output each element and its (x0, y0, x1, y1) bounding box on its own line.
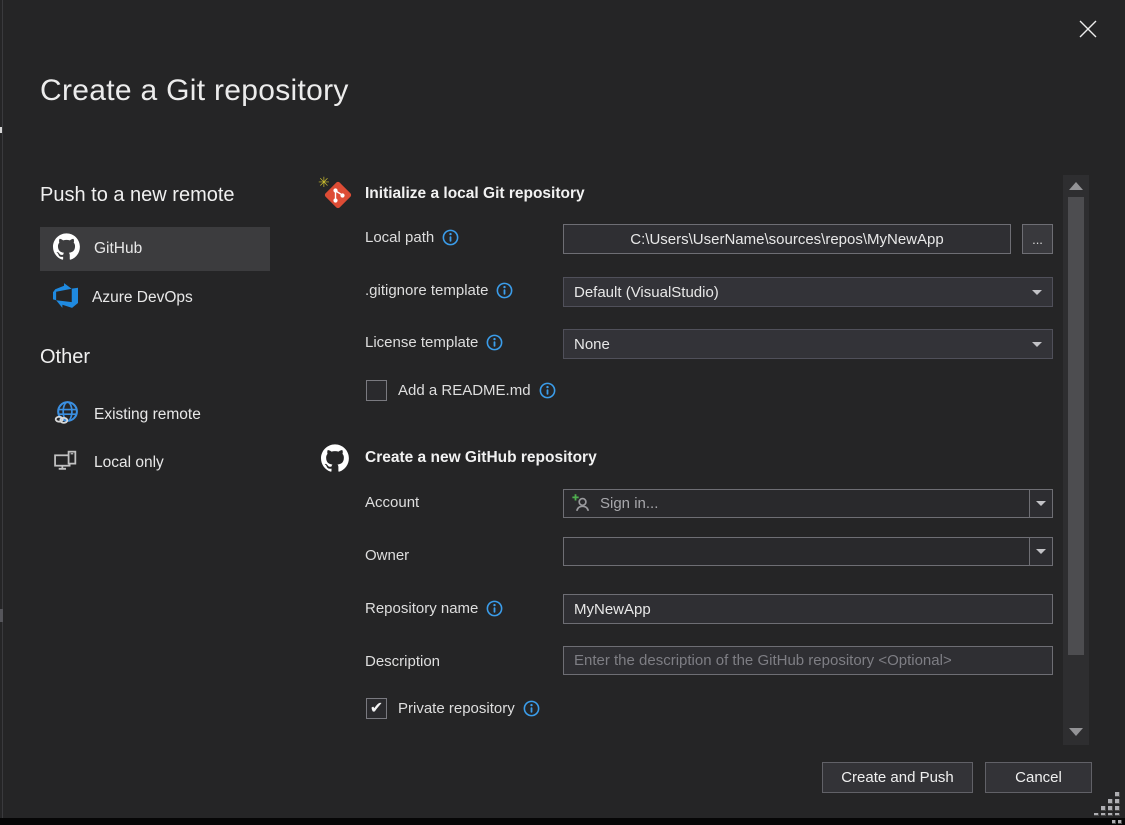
account-dropdown-button[interactable] (1029, 490, 1052, 517)
description-input[interactable] (563, 646, 1053, 675)
window-bottom-edge (0, 818, 1125, 825)
azure-devops-icon (53, 283, 78, 313)
section-header-initialize: Initialize a local Git repository (365, 185, 585, 203)
description-label: Description (365, 653, 440, 670)
account-label: Account (365, 494, 419, 511)
background-artifact (0, 609, 3, 622)
scrollbar[interactable] (1063, 175, 1089, 745)
section-header-github: Create a new GitHub repository (365, 449, 597, 467)
add-user-icon (564, 493, 592, 514)
info-icon[interactable] (496, 282, 513, 299)
sidebar-item-azure-devops[interactable]: Azure DevOps (40, 276, 270, 320)
info-icon[interactable] (486, 600, 503, 617)
scroll-down-arrow[interactable] (1069, 728, 1083, 736)
license-label: License template (365, 334, 503, 351)
account-placeholder: Sign in... (592, 495, 658, 512)
sidebar-item-label: Local only (94, 454, 164, 472)
sidebar-item-label: Existing remote (94, 406, 201, 424)
owner-label: Owner (365, 547, 409, 564)
scroll-up-arrow[interactable] (1069, 182, 1083, 190)
github-icon (321, 444, 349, 477)
info-icon[interactable] (442, 229, 459, 246)
sparkle-glyph: ✳ (318, 176, 330, 190)
account-combobox[interactable]: Sign in... (563, 489, 1053, 518)
local-path-input[interactable] (563, 224, 1011, 254)
private-row: ✔ Private repository (366, 698, 540, 719)
sidebar-heading-other: Other (40, 346, 90, 369)
git-new-repo-icon: ✳ (318, 176, 358, 223)
readme-row: ✔ Add a README.md (366, 380, 556, 401)
gitignore-dropdown[interactable]: Default (VisualStudio) (563, 277, 1053, 307)
gitignore-label: .gitignore template (365, 282, 513, 299)
devices-icon (53, 447, 80, 479)
resize-grip[interactable] (1094, 792, 1121, 816)
private-checkbox[interactable]: ✔ (366, 698, 387, 719)
license-dropdown[interactable]: None (563, 329, 1053, 359)
cancel-button[interactable]: Cancel (985, 762, 1092, 793)
globe-link-icon (53, 399, 80, 431)
owner-combobox[interactable] (563, 537, 1053, 566)
chevron-down-icon (1032, 342, 1042, 347)
chevron-down-icon (1036, 549, 1046, 554)
readme-checkbox[interactable]: ✔ (366, 380, 387, 401)
close-icon (1076, 17, 1100, 46)
repo-name-label: Repository name (365, 600, 503, 617)
info-icon[interactable] (523, 700, 540, 717)
scrollbar-thumb[interactable] (1068, 197, 1084, 655)
sidebar-item-local-only[interactable]: Local only (40, 441, 270, 485)
sidebar-item-github[interactable]: GitHub (40, 227, 270, 271)
chevron-down-icon (1036, 501, 1046, 506)
background-artifact (0, 127, 2, 133)
info-icon[interactable] (539, 382, 556, 399)
private-label: Private repository (398, 700, 540, 717)
sidebar-item-existing-remote[interactable]: Existing remote (40, 393, 270, 437)
close-button[interactable] (1072, 15, 1104, 47)
repo-name-input[interactable] (563, 594, 1053, 624)
window-left-border (2, 0, 3, 818)
local-path-label: Local path (365, 229, 459, 246)
sidebar-item-label: Azure DevOps (92, 289, 193, 307)
readme-label: Add a README.md (398, 382, 556, 399)
chevron-down-icon (1032, 290, 1042, 295)
browse-button[interactable]: ... (1022, 224, 1053, 254)
owner-dropdown-button[interactable] (1029, 538, 1052, 565)
github-icon (53, 233, 80, 265)
info-icon[interactable] (486, 334, 503, 351)
sidebar-item-label: GitHub (94, 240, 142, 258)
page-title: Create a Git repository (40, 74, 349, 108)
create-and-push-button[interactable]: Create and Push (822, 762, 973, 793)
sidebar-heading-push: Push to a new remote (40, 184, 235, 207)
